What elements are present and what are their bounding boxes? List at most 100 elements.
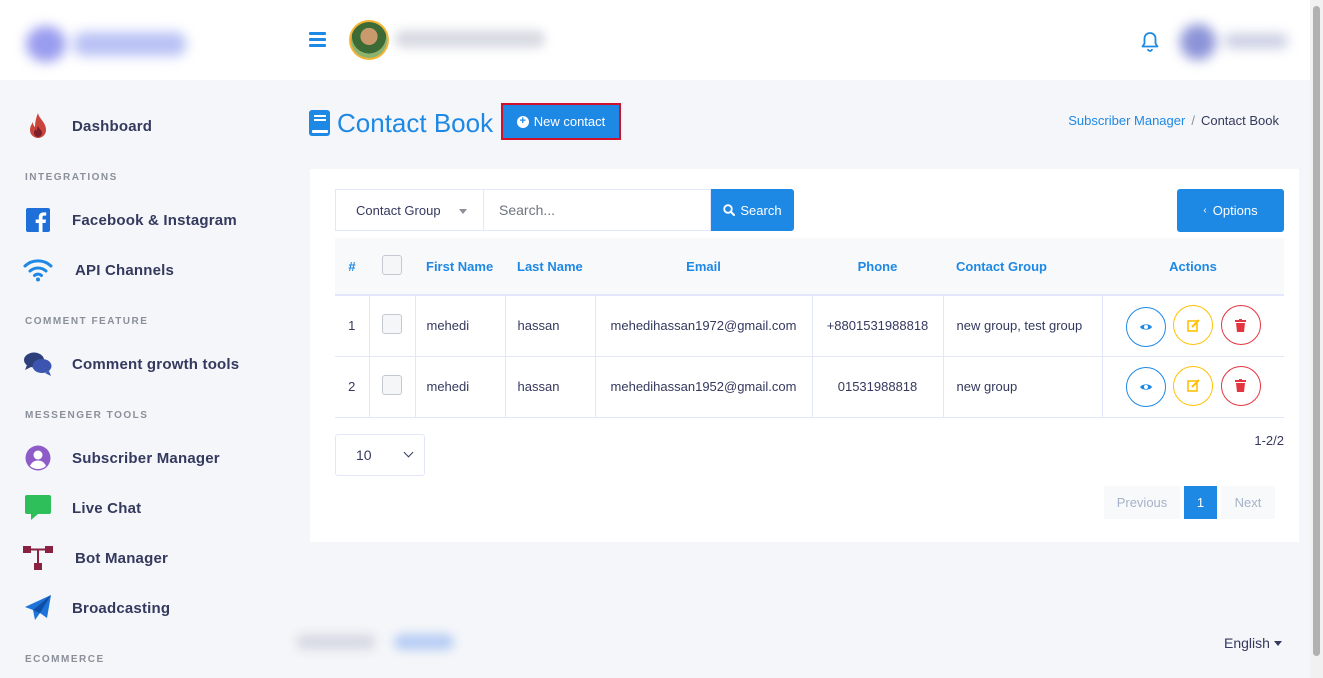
- sidebar-item-label: API Channels: [75, 261, 175, 279]
- breadcrumb-separator: /: [1191, 113, 1195, 128]
- plus-circle-icon: +: [516, 115, 529, 128]
- email-cell: mehedihassan1952@gmail.com: [595, 356, 813, 418]
- edit-button[interactable]: [1173, 305, 1214, 345]
- pagination-range: 1-2/2: [1254, 433, 1284, 448]
- caret-down-icon: [459, 209, 467, 214]
- column-header-actions: Actions: [1102, 238, 1284, 296]
- sidebar-section-comment-feature: COMMENT FEATURE: [25, 316, 149, 327]
- sidebar-item-broadcasting[interactable]: Broadcasting: [22, 593, 170, 623]
- chevron-left-icon: ‹: [1203, 205, 1207, 216]
- sidebar-item-facebook-instagram[interactable]: Facebook & Instagram: [22, 205, 237, 235]
- view-button[interactable]: [1125, 367, 1166, 408]
- page-name-blurred: [395, 30, 545, 48]
- contact-group-select-value: Contact Group: [356, 202, 441, 218]
- pagination-previous[interactable]: Previous: [1104, 486, 1180, 519]
- row-number: 1: [335, 295, 370, 357]
- per-page-value: 10: [356, 447, 372, 463]
- breadcrumb-subscriber-manager[interactable]: Subscriber Manager: [1068, 113, 1185, 128]
- sidebar-item-label: Live Chat: [72, 499, 142, 517]
- column-header-number[interactable]: #: [335, 238, 369, 296]
- sidebar-item-dashboard[interactable]: Dashboard: [22, 111, 152, 141]
- sitemap-icon: [22, 543, 54, 573]
- options-button-label: Options: [1212, 203, 1258, 218]
- brand-logo[interactable]: [18, 16, 198, 76]
- chevron-down-icon: [403, 447, 414, 458]
- edit-icon: [1186, 379, 1200, 393]
- pagination: Previous 1 Next: [1104, 486, 1279, 519]
- page-title: Contact Book: [309, 107, 493, 139]
- column-header-phone[interactable]: Phone: [812, 238, 943, 296]
- eye-icon: [1139, 384, 1152, 390]
- sidebar-item-label: Broadcasting: [72, 599, 171, 617]
- footer-copyright-blurred: [296, 630, 466, 656]
- column-header-last-name[interactable]: Last Name: [505, 238, 595, 296]
- first-name-cell: mehedi: [415, 295, 506, 357]
- row-checkbox[interactable]: [382, 314, 402, 335]
- sidebar-section-integrations: INTEGRATIONS: [25, 172, 118, 183]
- sidebar-item-label: Subscriber Manager: [72, 449, 220, 467]
- chat-icon: [22, 493, 54, 523]
- language-selector[interactable]: English: [1224, 635, 1282, 651]
- per-page-select[interactable]: 10: [335, 434, 425, 476]
- breadcrumb: Subscriber Manager / Contact Book: [1068, 113, 1279, 128]
- sidebar-item-label: Dashboard: [72, 117, 153, 135]
- sidebar-item-subscriber-manager[interactable]: Subscriber Manager: [22, 443, 220, 473]
- eye-icon: [1139, 323, 1152, 330]
- last-name-cell: hassan: [505, 295, 596, 357]
- search-input[interactable]: [484, 189, 711, 231]
- page-avatar[interactable]: [349, 20, 389, 60]
- sidebar-section-ecommerce: ECOMMERCE: [25, 654, 105, 665]
- scrollbar-thumb[interactable]: [1313, 6, 1320, 656]
- user-circle-icon: [22, 443, 54, 473]
- search-button[interactable]: Search: [711, 189, 794, 231]
- pagination-next[interactable]: Next: [1221, 486, 1275, 519]
- facebook-icon: [22, 205, 54, 235]
- column-header-email[interactable]: Email: [595, 238, 812, 296]
- new-contact-label: New contact: [533, 114, 606, 129]
- page-scrollbar[interactable]: [1310, 0, 1323, 678]
- page-title-text: Contact Book: [337, 107, 494, 138]
- top-navbar: [0, 0, 1310, 80]
- caret-down-icon: [1273, 640, 1282, 646]
- book-icon: [309, 110, 331, 136]
- table-row: 2 mehedi hassan mehedihassan1952@gmail.c…: [335, 356, 1284, 418]
- trash-icon: [1235, 379, 1247, 393]
- sidebar-section-messenger-tools: MESSENGER TOOLS: [25, 410, 149, 421]
- pagination-page-1[interactable]: 1: [1184, 486, 1217, 519]
- bell-icon[interactable]: [1140, 31, 1162, 53]
- select-all-checkbox[interactable]: [382, 254, 402, 275]
- actions-cell: [1102, 295, 1284, 357]
- sidebar-item-live-chat[interactable]: Live Chat: [22, 493, 141, 523]
- first-name-cell: mehedi: [415, 356, 506, 418]
- edit-icon: [1186, 318, 1200, 332]
- delete-button[interactable]: [1220, 305, 1261, 345]
- comments-icon: [22, 349, 54, 379]
- actions-cell: [1102, 356, 1284, 418]
- sidebar-item-bot-manager[interactable]: Bot Manager: [22, 543, 168, 573]
- edit-button[interactable]: [1173, 365, 1214, 406]
- row-checkbox[interactable]: [382, 375, 402, 395]
- contact-book-card: Contact Group Search ‹ Options # First N…: [310, 169, 1299, 542]
- options-button[interactable]: ‹ Options: [1177, 189, 1284, 232]
- table-header-row: # First Name Last Name Email Phone Conta…: [335, 238, 1284, 296]
- search-icon: [723, 204, 736, 216]
- delete-button[interactable]: [1220, 365, 1261, 406]
- menu-toggle-icon[interactable]: [309, 32, 327, 48]
- column-header-contact-group[interactable]: Contact Group: [943, 238, 1102, 296]
- search-button-label: Search: [740, 202, 782, 218]
- paper-plane-icon: [22, 593, 54, 623]
- sidebar-item-comment-growth-tools[interactable]: Comment growth tools: [22, 349, 239, 379]
- new-contact-button[interactable]: + New contact: [501, 103, 621, 140]
- column-header-first-name[interactable]: First Name: [415, 238, 505, 296]
- breadcrumb-current: Contact Book: [1200, 113, 1279, 128]
- trash-icon: [1235, 318, 1247, 332]
- sidebar-item-api-channels[interactable]: API Channels: [22, 255, 174, 285]
- view-button[interactable]: [1125, 306, 1166, 347]
- contact-group-select[interactable]: Contact Group: [335, 189, 484, 231]
- email-cell: mehedihassan1972@gmail.com: [595, 295, 813, 357]
- last-name-cell: hassan: [505, 356, 596, 418]
- column-header-select: [369, 238, 415, 296]
- sidebar-item-label: Comment growth tools: [72, 355, 240, 373]
- sidebar-item-label: Facebook & Instagram: [72, 211, 237, 229]
- user-menu-blurred[interactable]: [1168, 12, 1303, 72]
